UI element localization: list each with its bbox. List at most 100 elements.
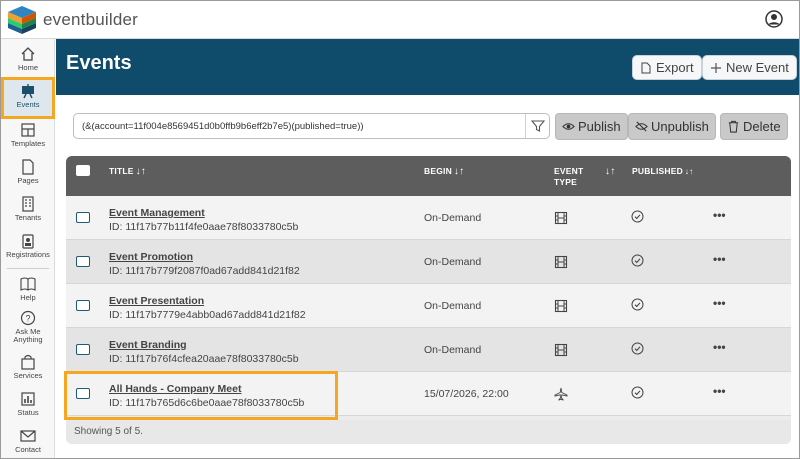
column-begin-label: BEGIN bbox=[424, 166, 452, 176]
row-more-menu[interactable]: ••• bbox=[713, 340, 726, 354]
book-icon bbox=[20, 277, 36, 291]
published-check-icon bbox=[631, 298, 644, 311]
event-title-link[interactable]: Event Promotion bbox=[109, 251, 193, 263]
sidebar: Home Events Templates Pages Tenants Regi… bbox=[1, 39, 55, 458]
sidebar-item-registrations[interactable]: Registrations bbox=[4, 230, 52, 266]
airplane-icon bbox=[554, 387, 568, 401]
filter-field bbox=[73, 113, 550, 139]
export-button[interactable]: Export bbox=[632, 55, 702, 80]
eye-off-icon bbox=[635, 121, 648, 132]
sidebar-item-label: Ask Me Anything bbox=[13, 327, 43, 344]
sidebar-item-status[interactable]: Status bbox=[4, 388, 52, 424]
sidebar-item-label: Home bbox=[17, 63, 38, 72]
unpublish-label: Unpublish bbox=[651, 119, 709, 134]
delete-button[interactable]: Delete bbox=[720, 113, 788, 140]
plus-icon bbox=[711, 62, 721, 73]
table-row[interactable]: Event Management ID: 11f17b77b11f4fe0aae… bbox=[66, 196, 791, 240]
eventbuilder-logo-icon[interactable] bbox=[6, 4, 38, 36]
sort-icon[interactable]: ↓↑ bbox=[603, 166, 615, 177]
highlight-box bbox=[64, 371, 338, 420]
filter-divider bbox=[525, 114, 526, 138]
row-checkbox[interactable] bbox=[76, 256, 90, 267]
film-icon bbox=[554, 343, 568, 357]
column-title-label: TITLE bbox=[109, 166, 134, 176]
column-header-title[interactable]: TITLE ↓↑ bbox=[109, 166, 146, 177]
sort-icon: ↓↑ bbox=[453, 166, 465, 177]
event-title-link[interactable]: Event Presentation bbox=[109, 295, 204, 307]
published-check-icon bbox=[631, 342, 644, 355]
sidebar-item-tenants[interactable]: Tenants bbox=[4, 193, 52, 229]
table-footer: Showing 5 of 5. bbox=[66, 420, 791, 444]
sidebar-item-templates[interactable]: Templates bbox=[4, 119, 52, 155]
row-more-menu[interactable]: ••• bbox=[713, 296, 726, 310]
funnel-icon[interactable] bbox=[531, 119, 545, 133]
filter-input[interactable] bbox=[74, 114, 524, 138]
publish-button[interactable]: Publish bbox=[555, 113, 628, 140]
eye-icon bbox=[562, 123, 575, 130]
new-event-button[interactable]: New Event bbox=[702, 55, 797, 80]
event-id: ID: 11f17b76f4cfea20aae78f8033780c5b bbox=[109, 353, 299, 365]
building-icon bbox=[22, 196, 34, 212]
film-icon bbox=[554, 211, 568, 225]
page-icon bbox=[22, 159, 34, 175]
event-begin: On-Demand bbox=[424, 256, 482, 268]
top-bar: eventbuilder bbox=[1, 1, 799, 39]
sidebar-item-ask-me-anything[interactable]: ? Ask Me Anything bbox=[4, 307, 52, 351]
sidebar-item-label: Tenants bbox=[14, 213, 42, 222]
unpublish-button[interactable]: Unpublish bbox=[628, 113, 716, 140]
row-checkbox[interactable] bbox=[76, 300, 90, 311]
sidebar-divider bbox=[7, 268, 49, 269]
event-begin: 15/07/2026, 22:00 bbox=[424, 388, 509, 400]
delete-label: Delete bbox=[743, 119, 781, 134]
home-icon bbox=[21, 47, 35, 61]
column-header-event-type[interactable]: EVENT TYPE bbox=[554, 166, 583, 188]
sidebar-item-services[interactable]: Services bbox=[4, 351, 52, 387]
table-row[interactable]: Event Presentation ID: 11f17b7779e4abb0a… bbox=[66, 284, 791, 328]
row-more-menu[interactable]: ••• bbox=[713, 384, 726, 398]
column-event-type-label-1: EVENT bbox=[554, 166, 584, 176]
column-header-published[interactable]: PUBLISHED ↓↑ bbox=[632, 166, 693, 177]
sidebar-item-contact[interactable]: Contact bbox=[4, 425, 52, 458]
sidebar-item-label: Contact bbox=[15, 445, 41, 454]
layout-icon bbox=[21, 123, 35, 137]
question-icon: ? bbox=[20, 310, 36, 326]
page-header: Events Export New Event bbox=[56, 39, 799, 95]
sidebar-item-help[interactable]: Help bbox=[4, 273, 52, 309]
published-check-icon bbox=[631, 386, 644, 399]
table-row[interactable]: Event Branding ID: 11f17b76f4cfea20aae78… bbox=[66, 328, 791, 372]
table-header: TITLE ↓↑ BEGIN ↓↑ EVENT TYPE ↓↑ PUBLISHED ↓… bbox=[66, 156, 791, 196]
table-row[interactable]: Event Promotion ID: 11f17b779f2087f0ad67… bbox=[66, 240, 791, 284]
bar-chart-icon bbox=[21, 392, 35, 406]
row-more-menu[interactable]: ••• bbox=[713, 208, 726, 222]
film-icon bbox=[554, 255, 568, 269]
row-checkbox[interactable] bbox=[76, 212, 90, 223]
sidebar-item-home[interactable]: Home bbox=[4, 43, 52, 79]
sidebar-item-label: Events bbox=[16, 100, 40, 109]
sidebar-item-pages[interactable]: Pages bbox=[4, 156, 52, 192]
new-event-label: New Event bbox=[726, 60, 789, 75]
event-title-link[interactable]: Event Management bbox=[109, 207, 205, 219]
pagination-status: Showing 5 of 5. bbox=[74, 426, 143, 437]
event-id: ID: 11f17b77b11f4fe0aae78f8033780c5b bbox=[109, 221, 299, 233]
sidebar-item-label: Pages bbox=[17, 176, 39, 185]
user-account-icon[interactable] bbox=[765, 10, 783, 28]
document-icon bbox=[641, 62, 651, 73]
event-title-link[interactable]: Event Branding bbox=[109, 339, 187, 351]
sort-icon: ↓↑ bbox=[135, 166, 147, 177]
select-all-checkbox[interactable] bbox=[76, 165, 90, 176]
bag-icon bbox=[21, 354, 35, 370]
published-check-icon bbox=[631, 210, 644, 223]
sidebar-item-label: Services bbox=[13, 371, 43, 380]
publish-label: Publish bbox=[578, 119, 621, 134]
brand-name: eventbuilder bbox=[43, 10, 139, 29]
sort-icon: ↓↑ bbox=[684, 167, 694, 176]
row-more-menu[interactable]: ••• bbox=[713, 252, 726, 266]
event-id: ID: 11f17b7779e4abb0ad67add841d21f82 bbox=[109, 309, 306, 321]
sidebar-item-events[interactable]: Events bbox=[1, 77, 55, 119]
sidebar-item-label: Templates bbox=[10, 139, 46, 148]
app-window: eventbuilder Home Events Templates Pages… bbox=[0, 0, 800, 459]
column-header-begin[interactable]: BEGIN ↓↑ bbox=[424, 166, 464, 177]
column-published-label: PUBLISHED bbox=[632, 166, 683, 176]
row-checkbox[interactable] bbox=[76, 344, 90, 355]
sidebar-item-label: Registrations bbox=[6, 250, 50, 259]
